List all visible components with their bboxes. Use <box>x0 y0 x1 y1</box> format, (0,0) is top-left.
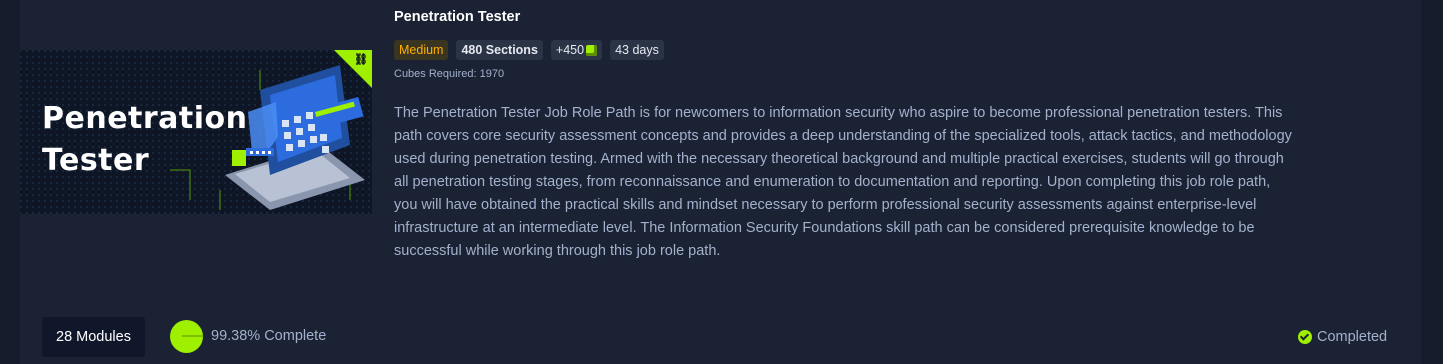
path-card[interactable]: Penetration Tester ⛓ Penetration Tester … <box>20 0 1421 364</box>
cubes-value: +450 <box>555 43 585 57</box>
check-circle-icon <box>1298 330 1312 344</box>
path-description: The Penetration Tester Job Role Path is … <box>394 105 1292 259</box>
path-icon: ⛓ <box>354 54 368 66</box>
progress-text: 99.38% Complete <box>211 328 327 344</box>
thumbnail-title: Penetration Tester <box>42 98 248 182</box>
thumbnail-title-line2: Tester <box>42 143 150 178</box>
completion-status: Completed <box>1298 329 1387 345</box>
progress-ring-icon <box>170 320 203 353</box>
modules-count: 28 Modules <box>42 317 145 357</box>
sections-badge: 480 Sections <box>456 40 543 60</box>
badge-row: Medium 480 Sections +450 43 days <box>394 40 664 60</box>
days-badge: 43 days <box>610 40 664 60</box>
cubes-badge: +450 <box>550 40 603 60</box>
path-title[interactable]: Penetration Tester <box>394 9 520 25</box>
cubes-required: Cubes Required: 1970 <box>394 68 505 80</box>
difficulty-badge: Medium <box>394 40 449 60</box>
path-thumbnail[interactable]: Penetration Tester ⛓ <box>20 50 372 214</box>
completion-status-label: Completed <box>1317 329 1388 345</box>
cube-icon <box>586 44 598 56</box>
thumbnail-title-line1: Penetration <box>42 101 248 136</box>
